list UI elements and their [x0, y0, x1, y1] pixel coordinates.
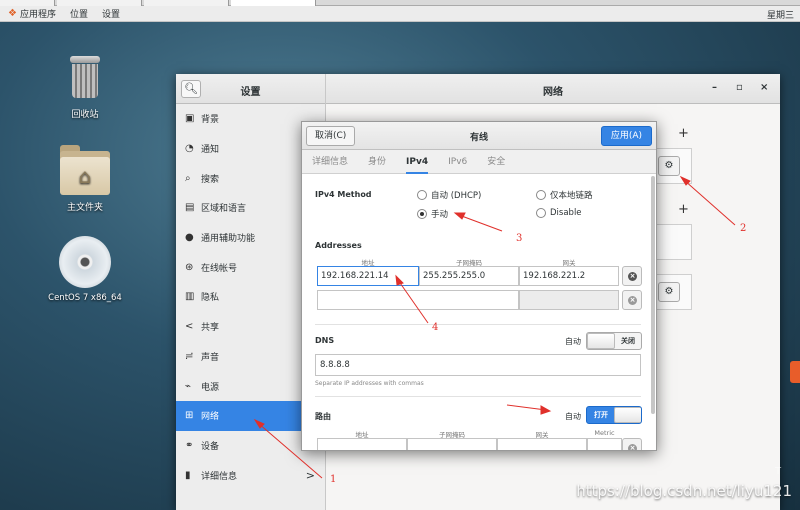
chevron-right-icon: > [305, 468, 315, 482]
route-netmask-field[interactable] [407, 438, 497, 450]
devices-icon: ⚭ [185, 439, 194, 451]
sidebar-title: 设置 [240, 87, 261, 98]
online-accounts-icon: ⊛ [185, 261, 194, 273]
wired-settings-button[interactable]: ⚙ [658, 156, 680, 176]
gateway-field[interactable]: 192.168.221.2 [519, 266, 619, 286]
gear-icon: ⚙ [664, 160, 674, 171]
proxy-settings-button[interactable]: ⚙ [658, 282, 680, 302]
radio-indicator-selected [417, 209, 427, 219]
applications-menu[interactable]: ❖ 应用程序 [8, 7, 56, 20]
new-gateway-field[interactable] [519, 290, 619, 310]
addresses-label: Addresses [315, 241, 362, 250]
toggle-knob [587, 333, 615, 349]
routes-auto-label: 自动 [565, 412, 581, 421]
settings-menu[interactable]: 设置 [102, 7, 120, 20]
sidebar-item-details[interactable]: ▮ 详细信息 > [176, 460, 325, 490]
ipv4-method-label: IPv4 Method [315, 190, 372, 199]
home-folder-icon: ⌂ [60, 145, 110, 195]
dialog-scrollbar[interactable] [651, 176, 655, 414]
share-icon: < [185, 321, 194, 333]
applications-icon: ❖ [8, 8, 17, 19]
close-icon: × [628, 296, 637, 305]
maximize-button[interactable]: ▫ [736, 82, 743, 93]
delete-empty-address-button[interactable]: × [622, 290, 642, 310]
tab-details[interactable]: 详细信息 [312, 150, 348, 174]
route-gateway-field[interactable] [497, 438, 587, 450]
annotation-number-2: 2 [740, 223, 747, 234]
disc-icon [59, 236, 111, 288]
vpn-panel [652, 224, 692, 260]
netmask-field[interactable]: 255.255.255.0 [419, 266, 519, 286]
sound-icon: ≓ [185, 350, 194, 362]
details-icon: ▮ [185, 469, 191, 481]
clock[interactable]: 星期三 [767, 8, 794, 21]
add-vpn-button[interactable]: + [678, 202, 689, 217]
privacy-icon: ▥ [185, 291, 195, 303]
side-app-badge[interactable] [790, 361, 800, 383]
display-icon: ▣ [185, 113, 195, 125]
tab-identity[interactable]: 身份 [368, 150, 386, 174]
apply-button[interactable]: 应用(A) [600, 126, 652, 146]
delete-address-button[interactable]: × [622, 266, 642, 286]
wired-dialog: 取消(C) 有线 应用(A) 详细信息 身份 IPv4 IPv6 安全 IPv4… [301, 121, 657, 451]
close-icon: × [628, 272, 637, 281]
search-icon: ⌕ [185, 172, 191, 184]
method-link-local-radio[interactable]: 仅本地链路 [536, 189, 593, 201]
method-manual-radio[interactable]: 手动 [417, 208, 448, 220]
dns-hint: Separate IP addresses with commas [315, 380, 424, 387]
method-auto-dhcp-radio[interactable]: 自动 (DHCP) [417, 189, 481, 201]
minimize-button[interactable]: – [712, 82, 717, 93]
close-button[interactable]: × [760, 82, 768, 93]
top-bar: ❖ 应用程序 位置 设置 星期三 [0, 6, 800, 22]
places-menu[interactable]: 位置 [70, 7, 88, 20]
desktop-icon-trash[interactable]: 回收站 [40, 56, 130, 126]
routes-auto-toggle[interactable]: 打开 [586, 406, 642, 424]
trash-icon [70, 56, 100, 98]
annotation-number-1: 1 [330, 474, 337, 485]
radio-indicator [536, 190, 546, 200]
notification-icon: ◔ [185, 143, 194, 155]
ipv4-settings: IPv4 Method 自动 (DHCP) 仅本地链路 手动 Disable A… [302, 174, 652, 451]
annotation-number-3: 3 [516, 233, 523, 244]
delete-route-button[interactable]: × [622, 438, 642, 451]
radio-indicator [417, 190, 427, 200]
divider [315, 396, 641, 397]
power-icon: ⌁ [185, 380, 192, 392]
dns-auto-label: 自动 [565, 337, 581, 346]
dns-auto-toggle[interactable]: 关闭 [586, 332, 642, 350]
annotation-number-4: 4 [432, 322, 439, 333]
toggle-knob [614, 407, 641, 423]
route-metric-field[interactable] [587, 438, 622, 450]
desktop-icon-home-folder[interactable]: ⌂ 主文件夹 [40, 145, 130, 215]
dns-input[interactable]: 8.8.8.8 [315, 354, 641, 376]
main-header: 网络 – ▫ × [326, 74, 780, 104]
radio-indicator [536, 208, 546, 218]
divider [315, 324, 641, 325]
sidebar-header: 🔍︎ 设置 [176, 74, 325, 104]
dialog-tabs: 详细信息 身份 IPv4 IPv6 安全 [302, 150, 656, 174]
add-connection-button[interactable]: + [678, 126, 689, 141]
region-icon: ▤ [185, 202, 195, 214]
tab-ipv6[interactable]: IPv6 [448, 150, 467, 174]
desktop-decoration: T [775, 466, 782, 477]
route-metric-column-header: Metric [594, 429, 615, 437]
dialog-header: 取消(C) 有线 应用(A) [302, 122, 656, 150]
method-disable-radio[interactable]: Disable [536, 208, 582, 218]
network-icon: ⊞ [185, 410, 194, 422]
new-address-field[interactable] [317, 290, 519, 310]
watermark: https://blog.csdn.net/liyu121 [576, 482, 792, 500]
routes-label: 路由 [315, 412, 331, 421]
desktop-icon-centos-disc[interactable]: CentOS 7 x86_64 [40, 236, 130, 306]
dns-label: DNS [315, 336, 335, 345]
tab-security[interactable]: 安全 [487, 150, 505, 174]
route-address-field[interactable] [317, 438, 407, 450]
tab-ipv4[interactable]: IPv4 [406, 150, 429, 174]
accessibility-icon: ● [185, 232, 194, 244]
gear-icon: ⚙ [664, 286, 674, 297]
address-field[interactable]: 192.168.221.14 [317, 266, 419, 286]
close-icon: × [628, 444, 637, 451]
